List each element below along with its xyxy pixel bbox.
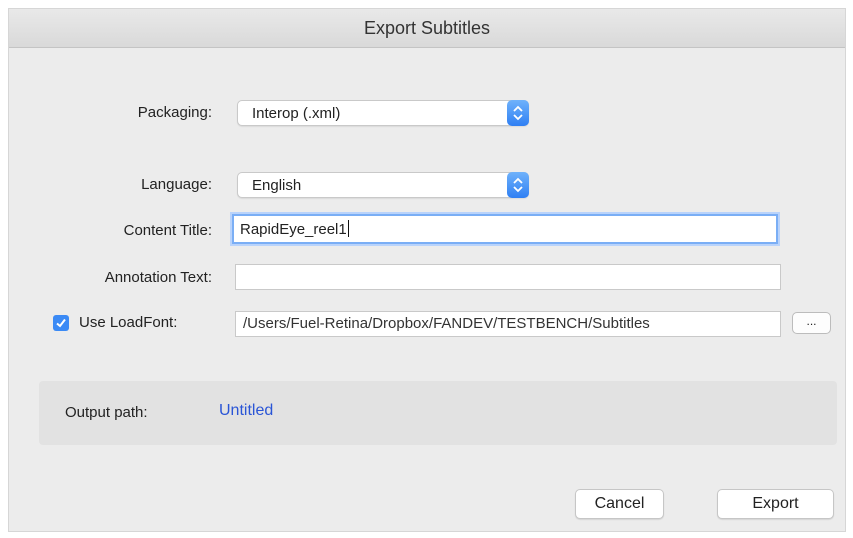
content-title-input[interactable]: RapidEye_reel1 bbox=[232, 214, 778, 244]
checkmark-icon bbox=[56, 318, 66, 328]
cancel-button[interactable]: Cancel bbox=[575, 489, 664, 519]
language-select[interactable]: English bbox=[237, 172, 529, 198]
packaging-label: Packaging: bbox=[137, 104, 212, 121]
language-value: English bbox=[252, 177, 302, 194]
dialog-title: Export Subtitles bbox=[9, 9, 845, 48]
annotation-text-label: Annotation Text: bbox=[104, 269, 212, 286]
output-path-link[interactable]: Untitled bbox=[219, 402, 273, 420]
content-title-label: Content Title: bbox=[123, 222, 212, 239]
export-button[interactable]: Export bbox=[717, 489, 834, 519]
select-stepper-icon bbox=[507, 172, 529, 198]
language-label: Language: bbox=[141, 176, 212, 193]
browse-button[interactable]: ... bbox=[792, 312, 831, 334]
packaging-select[interactable]: Interop (.xml) bbox=[237, 100, 529, 126]
packaging-value: Interop (.xml) bbox=[252, 105, 341, 122]
output-path-label: Output path: bbox=[65, 404, 148, 421]
use-loadfont-label: Use LoadFont: bbox=[79, 314, 178, 331]
export-subtitles-dialog: Export Subtitles Packaging: Interop (.xm… bbox=[8, 8, 846, 532]
loadfont-path-input[interactable]: /Users/Fuel-Retina/Dropbox/FANDEV/TESTBE… bbox=[235, 311, 781, 337]
use-loadfont-checkbox[interactable] bbox=[53, 315, 69, 331]
annotation-text-input[interactable] bbox=[235, 264, 781, 290]
content-title-value: RapidEye_reel1 bbox=[240, 221, 347, 238]
text-caret bbox=[347, 220, 349, 237]
select-stepper-icon bbox=[507, 100, 529, 126]
output-path-box: Output path: Untitled bbox=[39, 381, 837, 445]
